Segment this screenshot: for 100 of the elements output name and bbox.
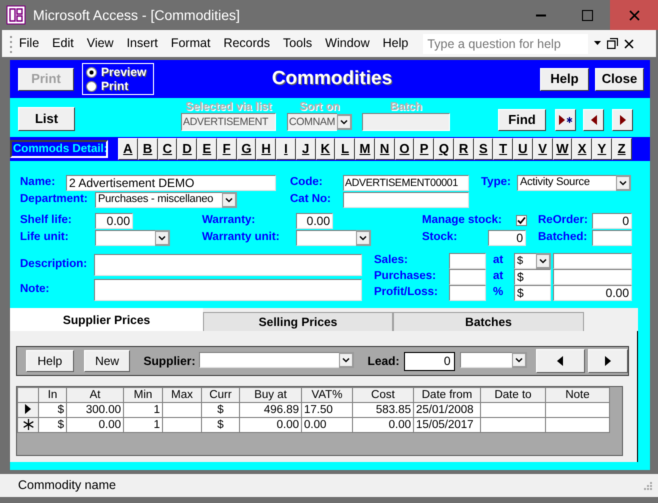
field-label: % bbox=[492, 285, 504, 300]
letter-button[interactable]: R bbox=[454, 138, 474, 160]
table-cell: 496.89 bbox=[240, 402, 302, 418]
letter-button[interactable]: O bbox=[394, 138, 414, 160]
letter-button[interactable]: E bbox=[197, 138, 217, 160]
column-header: Date from bbox=[414, 388, 480, 402]
table-cell: 15/05/2017 bbox=[414, 418, 480, 432]
field-label: Lead: bbox=[367, 353, 400, 370]
letter-button[interactable]: T bbox=[493, 138, 513, 160]
letter-button[interactable]: Y bbox=[592, 138, 612, 160]
letter-button[interactable]: L bbox=[335, 138, 355, 160]
letter-button[interactable]: J bbox=[296, 138, 316, 160]
letter-button[interactable]: M bbox=[355, 138, 375, 160]
tab[interactable]: Supplier Prices bbox=[10, 308, 203, 331]
column-header: Curr bbox=[202, 388, 240, 402]
table-cell: 0.00 bbox=[240, 418, 302, 432]
dropdown-field[interactable]: $ bbox=[514, 253, 536, 269]
field-label: Stock: bbox=[422, 230, 458, 245]
menu-item[interactable]: Insert bbox=[120, 32, 164, 55]
field-label: ReOrder: bbox=[538, 213, 589, 228]
header-button[interactable]: Close bbox=[595, 68, 644, 90]
field-label: Supplier: bbox=[143, 353, 196, 370]
table-cell: 1 bbox=[124, 402, 162, 418]
input-field[interactable]: 0 bbox=[488, 230, 526, 246]
field-label: Description: bbox=[20, 256, 88, 272]
input-field[interactable]: 0.00 bbox=[95, 212, 133, 229]
field-label: Batched: bbox=[538, 230, 588, 245]
help-search-field[interactable]: Type a question for help bbox=[423, 34, 588, 54]
table-cell: 300.00 bbox=[66, 402, 124, 418]
letter-button[interactable]: P bbox=[414, 138, 434, 160]
input-field[interactable]: 0.00 bbox=[296, 212, 333, 229]
letter-button[interactable]: S bbox=[474, 138, 494, 160]
input-field[interactable]: 2 Advertisement DEMO bbox=[66, 174, 276, 191]
letter-button[interactable]: B bbox=[138, 138, 158, 160]
letter-button[interactable]: A bbox=[118, 138, 138, 160]
field-label: Warranty: bbox=[202, 213, 256, 228]
find-button[interactable]: Find bbox=[498, 109, 546, 131]
input-field[interactable]: 0.00 bbox=[553, 285, 632, 301]
menu-item[interactable]: Tools bbox=[276, 32, 318, 55]
dropdown-field[interactable]: Purchases - miscellaneo bbox=[95, 192, 222, 208]
section-label: Commods Detail: bbox=[10, 140, 108, 158]
menu-item[interactable]: Help bbox=[376, 32, 414, 55]
tab[interactable]: Selling Prices bbox=[203, 312, 393, 331]
letter-button[interactable]: U bbox=[513, 138, 533, 160]
table-cell: $ bbox=[38, 418, 66, 432]
field-label: Note: bbox=[20, 282, 50, 297]
menu-item[interactable]: File bbox=[13, 32, 46, 55]
table-cell: 1 bbox=[124, 418, 162, 432]
letter-button[interactable]: W bbox=[552, 138, 572, 160]
column-header: In bbox=[38, 388, 66, 402]
input-field[interactable]: $ bbox=[514, 269, 551, 285]
column-header: Max bbox=[162, 388, 202, 402]
column-header: Note bbox=[546, 388, 610, 402]
list-button[interactable]: List bbox=[18, 107, 75, 131]
letter-button[interactable]: D bbox=[177, 138, 197, 160]
table-cell: 17.50 bbox=[302, 402, 352, 418]
field-label: Sort on bbox=[299, 101, 340, 113]
header-button[interactable]: Help bbox=[540, 68, 589, 90]
table-cell: 583.85 bbox=[352, 402, 414, 418]
dropdown-field[interactable]: Activity Source bbox=[517, 174, 616, 191]
letter-button[interactable]: C bbox=[158, 138, 178, 160]
letter-button[interactable]: F bbox=[216, 138, 236, 160]
option-label: Print bbox=[101, 78, 128, 95]
table-cell: 0.00 bbox=[302, 418, 352, 432]
letter-button[interactable]: H bbox=[256, 138, 276, 160]
input-field[interactable]: ADVERTISEMENT00001 bbox=[343, 174, 469, 191]
column-header: At bbox=[66, 388, 124, 402]
field-label: Life unit: bbox=[20, 230, 70, 245]
toolbar-button[interactable]: Help bbox=[26, 350, 74, 372]
menu-item[interactable]: Window bbox=[319, 32, 376, 55]
letter-button[interactable]: V bbox=[532, 138, 552, 160]
column-header: VAT% bbox=[302, 388, 352, 402]
field-label: at bbox=[492, 269, 504, 284]
field-label: Name: bbox=[20, 175, 56, 190]
menu-item[interactable]: Edit bbox=[46, 32, 80, 55]
table-cell: 25/01/2008 bbox=[414, 402, 480, 418]
column-header: Cost bbox=[352, 388, 414, 402]
letter-button[interactable]: K bbox=[316, 138, 336, 160]
menu-item[interactable]: View bbox=[80, 32, 120, 55]
letter-button[interactable]: N bbox=[374, 138, 394, 160]
field-label: at bbox=[492, 253, 504, 268]
column-header: Min bbox=[124, 388, 162, 402]
input-field[interactable]: 0 bbox=[592, 212, 632, 229]
field-label: Purchases: bbox=[374, 269, 438, 284]
letter-button[interactable]: X bbox=[572, 138, 592, 160]
column-header: Date to bbox=[480, 388, 546, 402]
menu-item[interactable]: Records bbox=[217, 32, 276, 55]
form-title: Commodities bbox=[270, 66, 394, 91]
status-text: Commodity name bbox=[18, 477, 116, 494]
input-field[interactable]: 0 bbox=[404, 352, 454, 370]
menu-item[interactable]: Format bbox=[164, 32, 216, 55]
column-header: Buy at bbox=[240, 388, 302, 402]
tab[interactable]: Batches bbox=[393, 312, 584, 331]
toolbar-button[interactable]: New bbox=[84, 350, 130, 372]
field-label: Cat No: bbox=[290, 192, 332, 207]
letter-button[interactable]: Q bbox=[434, 138, 454, 160]
input-field[interactable]: $ bbox=[514, 285, 551, 301]
letter-button[interactable]: G bbox=[236, 138, 256, 160]
letter-button[interactable]: Z bbox=[612, 138, 632, 160]
letter-button[interactable]: I bbox=[276, 138, 296, 160]
